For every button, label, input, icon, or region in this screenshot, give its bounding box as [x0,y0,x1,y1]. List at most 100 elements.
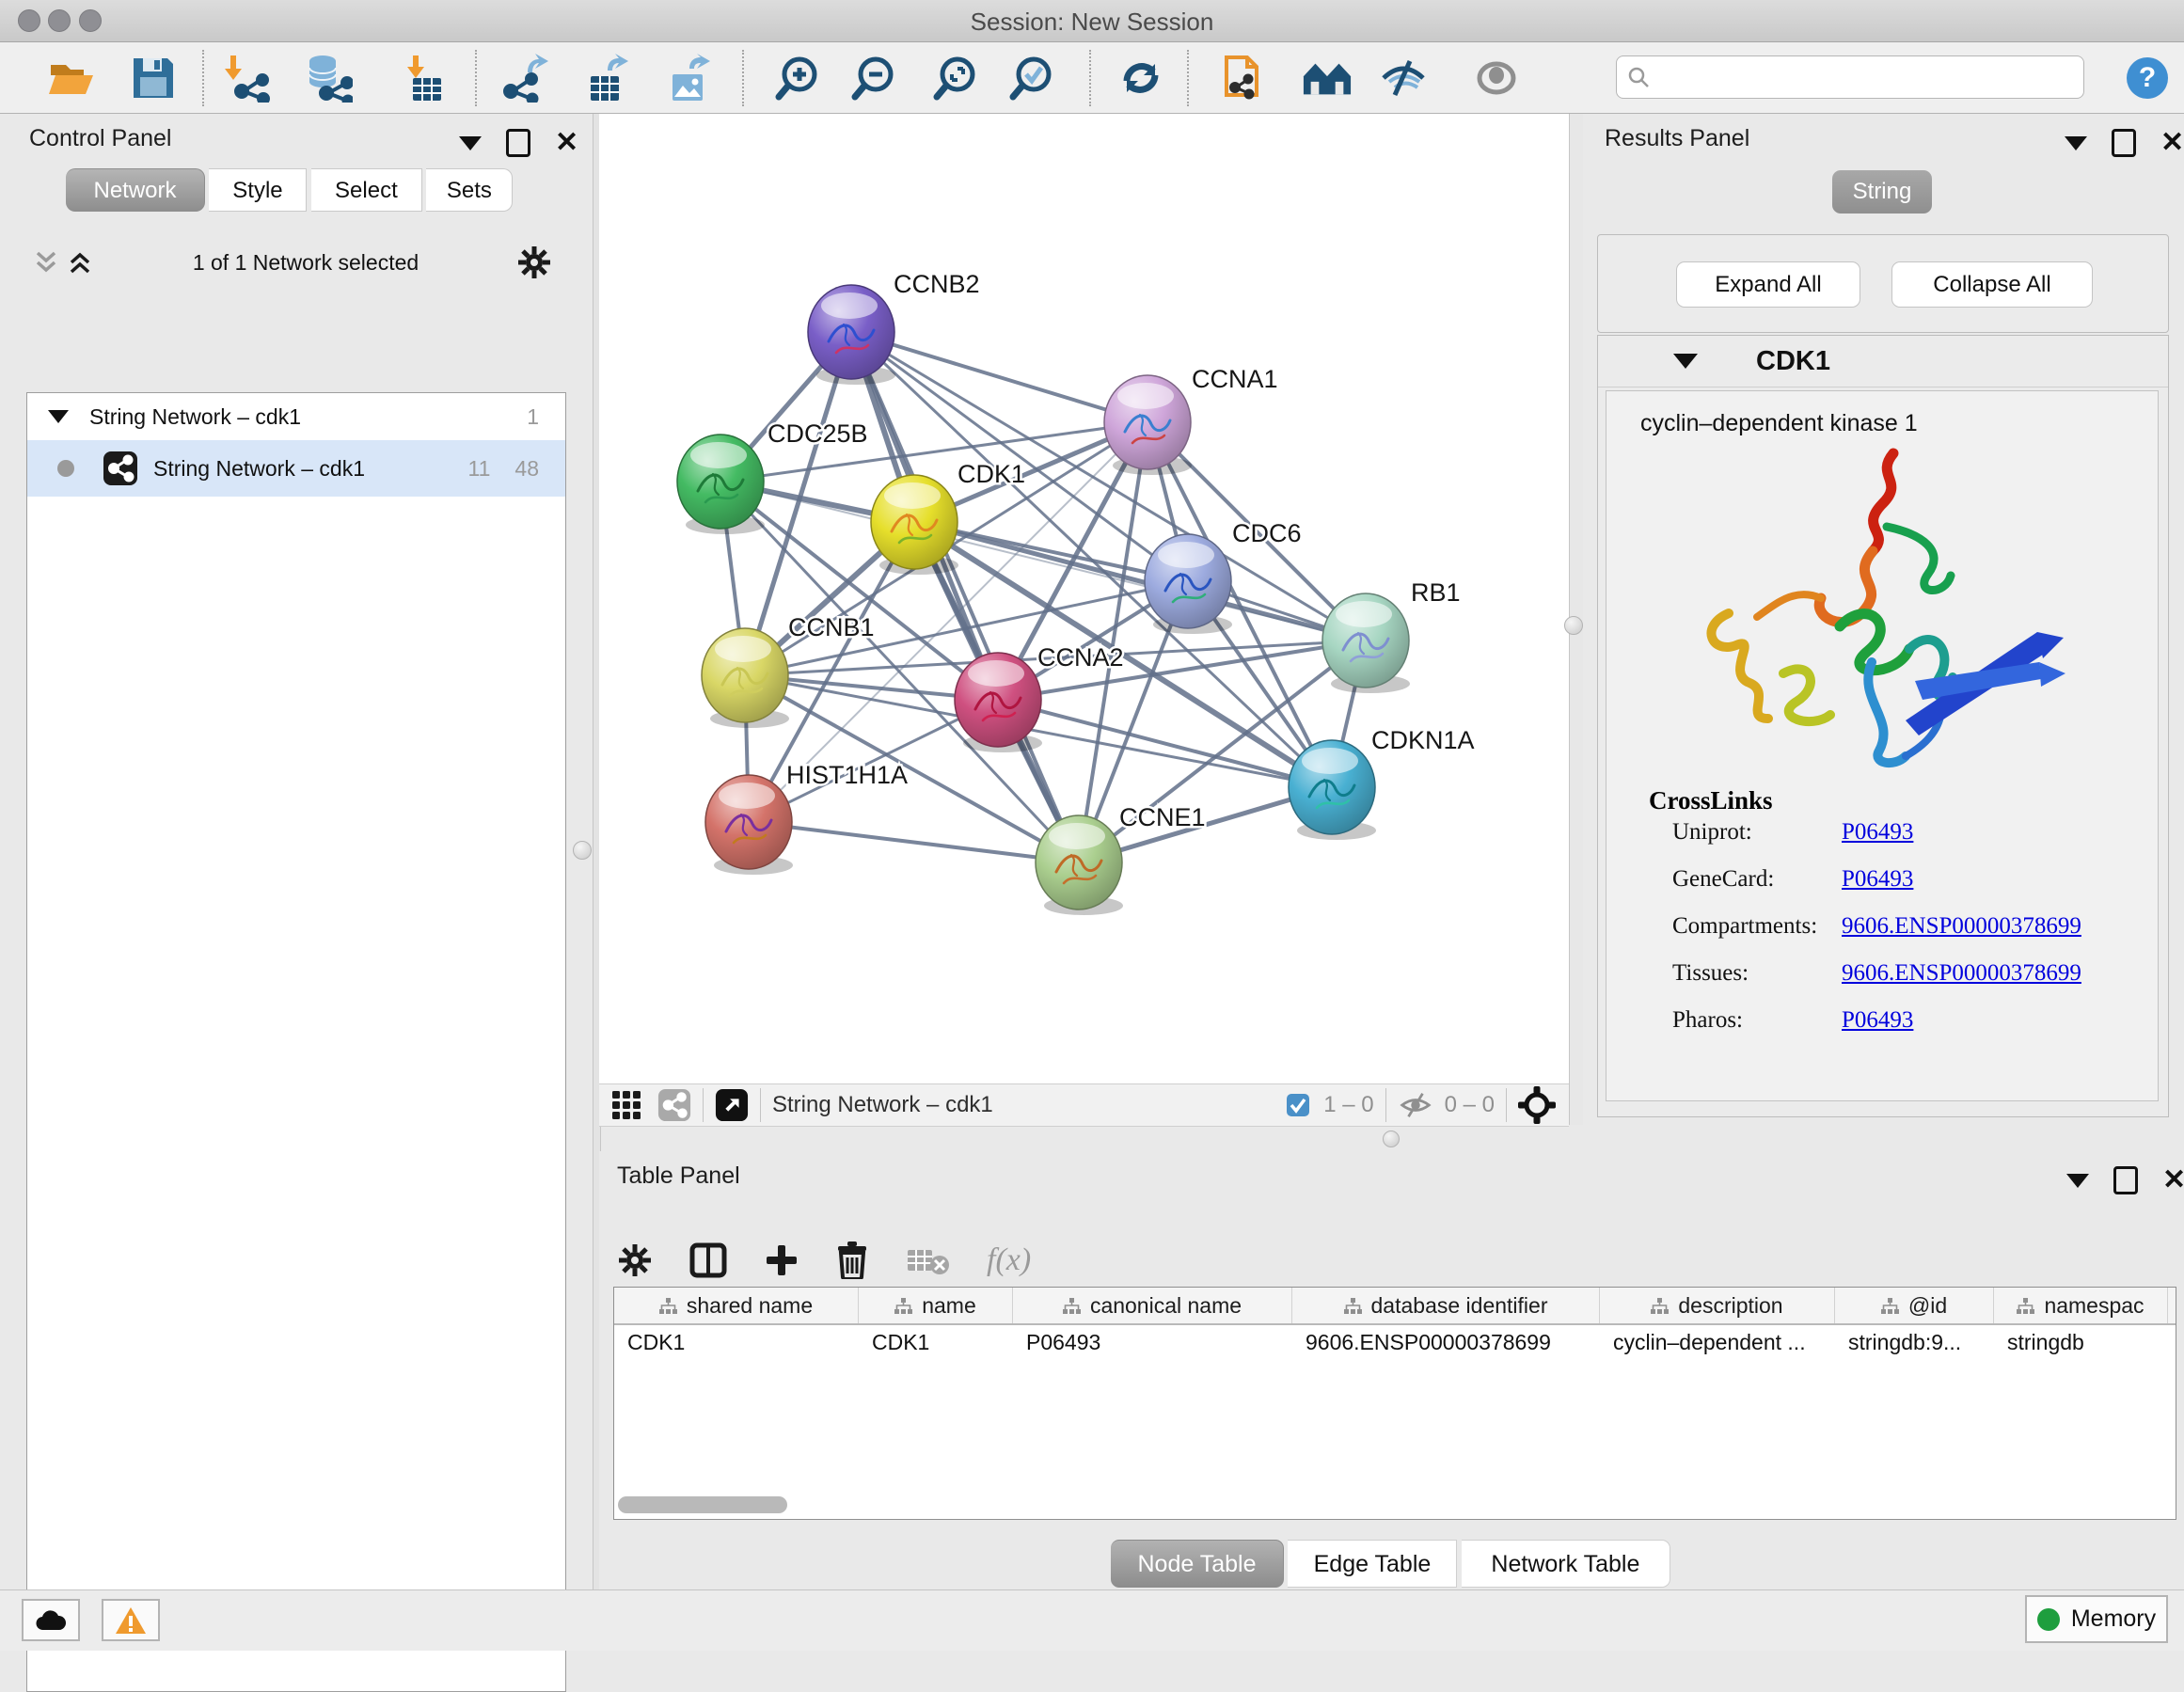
crosslink-value-link[interactable]: 9606.ENSP00000378699 [1842,960,2081,986]
table-cell[interactable]: CDK1 [614,1325,859,1359]
import-network-file-button[interactable] [221,53,272,103]
panel-close-icon[interactable]: ✕ [2160,132,2184,154]
column-type-icon [1344,1298,1362,1314]
zoom-in-button[interactable] [772,53,823,103]
tab-string[interactable]: String [1832,170,1932,213]
export-network-button[interactable] [499,53,550,103]
help-button[interactable]: ? [2122,53,2173,103]
network-row[interactable]: String Network – cdk1 11 48 [27,440,565,497]
delete-table-icon[interactable] [906,1244,949,1276]
tab-style[interactable]: Style [209,168,307,212]
zoom-out-button[interactable] [848,53,899,103]
export-image-button[interactable] [663,53,714,103]
table-cell[interactable]: stringdb:9... [1835,1325,1994,1359]
tab-network-table[interactable]: Network Table [1462,1540,1670,1588]
table-row[interactable]: CDK1CDK1P064939606.ENSP00000378699cyclin… [614,1325,2176,1359]
search-input[interactable] [1651,63,2059,91]
graph-node-CDC25B[interactable]: CDC25B [677,419,868,534]
splitter-handle[interactable] [1564,616,1583,635]
title-bar: Session: New Session [0,0,2184,42]
zoom-selected-button[interactable] [1006,53,1057,103]
table-cell[interactable]: CDK1 [859,1325,1013,1359]
show-columns-icon[interactable] [689,1241,727,1279]
table-horizontal-scrollbar[interactable] [618,1496,787,1513]
open-session-button[interactable] [46,53,97,103]
grid-view-icon[interactable] [610,1089,642,1121]
column-header-shared-name[interactable]: shared name [614,1288,859,1323]
column-header-canonical-name[interactable]: canonical name [1013,1288,1292,1323]
tab-node-table[interactable]: Node Table [1111,1540,1284,1588]
graph-node-CCNB2[interactable]: CCNB2 [808,270,980,385]
import-table-file-button[interactable] [396,53,447,103]
panel-close-icon[interactable]: ✕ [555,132,578,154]
graph-edge[interactable] [749,822,1079,862]
pan-crosshair-icon[interactable] [1518,1086,1556,1124]
column-header-namespac[interactable]: namespac [1994,1288,2168,1323]
network-options-gear-icon[interactable] [517,245,551,279]
crosslink-value-link[interactable]: 9606.ENSP00000378699 [1842,913,2081,939]
import-database-icon [304,54,353,103]
panel-menu-icon[interactable] [459,136,482,150]
column-header--id[interactable]: @id [1835,1288,1994,1323]
graph-node-CCNA1[interactable]: CCNA1 [1104,365,1278,475]
memory-button[interactable]: Memory [2025,1595,2168,1643]
toolbar-separator [1187,50,1189,106]
table-settings-gear-icon[interactable] [618,1243,652,1277]
splitter-handle[interactable] [1383,1131,1400,1147]
gene-section-header[interactable]: CDK1 [1598,336,2168,387]
expand-all-button[interactable]: Expand All [1676,261,1860,308]
export-table-button[interactable] [581,53,632,103]
tab-network[interactable]: Network [66,168,205,212]
graph-edge[interactable] [851,332,1147,422]
search-box[interactable] [1616,55,2084,99]
network-canvas[interactable]: CCNB2CCNA1CDC25BCDK1CDC6RB1CCNB1CCNA2CDK… [599,114,1569,1083]
collapse-all-icon[interactable] [32,249,60,276]
string-import-button[interactable] [1220,53,1271,103]
graph-node-CDKN1A[interactable]: CDKN1A [1289,726,1475,840]
crosslink-value-link[interactable]: P06493 [1842,866,1913,892]
column-header-database-identifier[interactable]: database identifier [1292,1288,1600,1323]
selected-checkbox-icon[interactable] [1286,1093,1310,1117]
panel-close-icon[interactable]: ✕ [2162,1169,2184,1192]
panel-float-icon[interactable] [2112,129,2136,157]
table-cell[interactable]: 9606.ENSP00000378699 [1292,1325,1600,1359]
tab-select[interactable]: Select [311,168,422,212]
column-header-name[interactable]: name [859,1288,1013,1323]
panel-menu-icon[interactable] [2065,136,2087,150]
delete-column-trash-icon[interactable] [836,1241,868,1279]
tab-sets[interactable]: Sets [426,168,513,212]
panel-menu-icon[interactable] [2066,1174,2089,1188]
crosslink-value-link[interactable]: P06493 [1842,1007,1913,1033]
table-cell[interactable]: P06493 [1013,1325,1292,1359]
import-network-database-button[interactable] [303,53,354,103]
collection-expand-icon[interactable] [48,410,69,423]
table-cell[interactable]: stringdb [1994,1325,2168,1359]
column-header-description[interactable]: description [1600,1288,1835,1323]
panel-float-icon[interactable] [506,129,530,157]
section-collapse-icon[interactable] [1673,354,1698,369]
expand-all-icon[interactable] [66,249,94,276]
refresh-button[interactable] [1116,53,1166,103]
save-session-button[interactable] [128,53,179,103]
add-column-icon[interactable] [765,1243,799,1277]
show-all-button[interactable] [1471,53,1522,103]
function-builder-icon[interactable]: f(x) [987,1242,1031,1278]
collapse-all-button[interactable]: Collapse All [1891,261,2093,308]
network-collection-row[interactable]: String Network – cdk1 1 [27,393,565,440]
crosslink-value-link[interactable]: P06493 [1842,819,1913,845]
graph-node-CCNE1[interactable]: CCNE1 [1036,803,1206,915]
network-home-button[interactable] [1302,53,1353,103]
table-cell[interactable]: cyclin–dependent ... [1600,1325,1835,1359]
graph-node-RB1[interactable]: RB1 [1322,578,1461,693]
hidden-eye-icon[interactable] [1398,1091,1433,1119]
splitter-handle[interactable] [573,841,592,860]
hide-selected-button[interactable] [1378,53,1429,103]
cloud-status-button[interactable] [22,1599,80,1641]
birdseye-view-icon[interactable] [715,1088,749,1122]
panel-float-icon[interactable] [2113,1166,2138,1194]
warning-status-button[interactable] [102,1599,160,1641]
zoom-fit-button[interactable] [930,53,981,103]
network-share-icon[interactable] [657,1088,691,1122]
graph-node-HIST1H1A[interactable]: HIST1H1A [705,761,908,875]
tab-edge-table[interactable]: Edge Table [1288,1540,1457,1588]
